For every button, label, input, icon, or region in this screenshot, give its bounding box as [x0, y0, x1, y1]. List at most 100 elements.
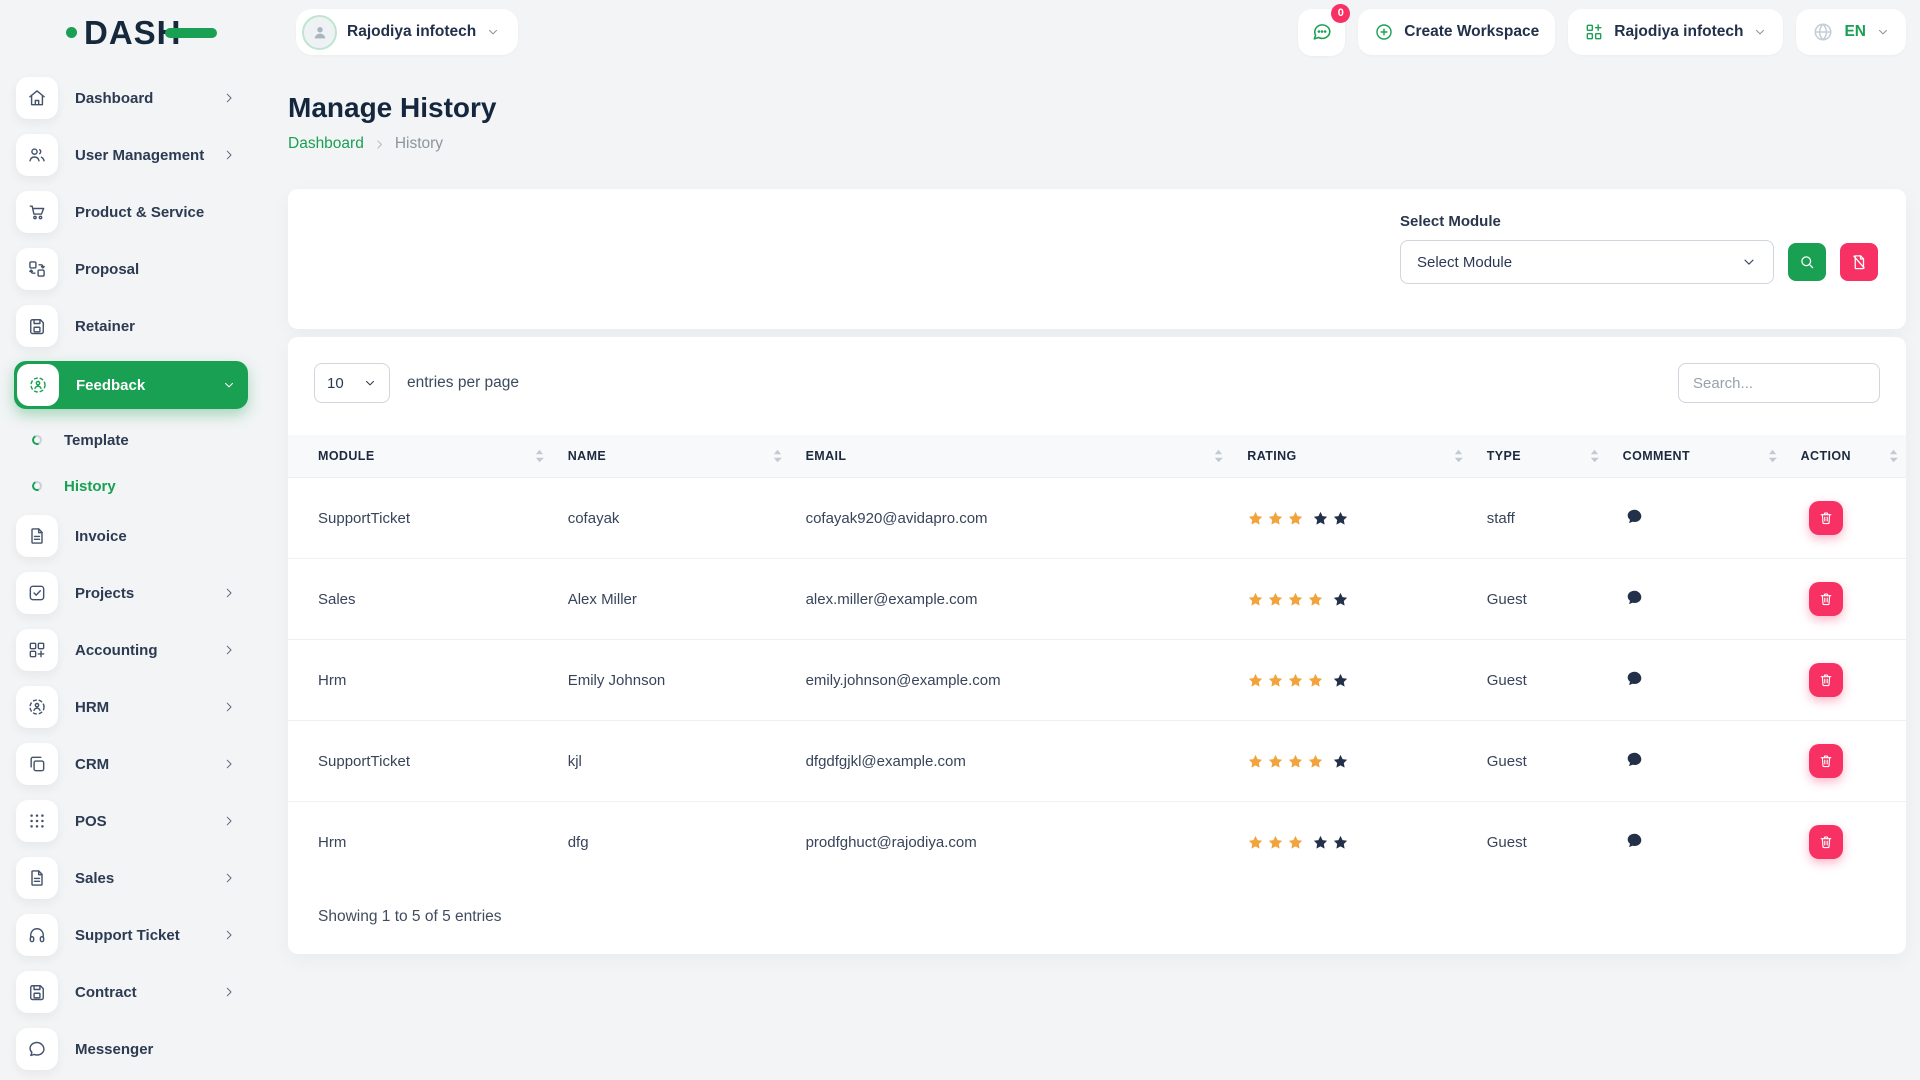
delete-button[interactable]	[1809, 744, 1843, 778]
star-icon	[1247, 510, 1264, 527]
sidebar-item-projects[interactable]: Projects	[14, 571, 248, 615]
app-logo: DASH	[66, 16, 288, 49]
breadcrumb-current: History	[395, 135, 443, 153]
star-icon	[1247, 834, 1264, 851]
sidebar-item-support-ticket[interactable]: Support Ticket	[14, 913, 248, 957]
page-size-value: 10	[327, 375, 344, 392]
sidebar-item-pos[interactable]: POS	[14, 799, 248, 843]
delete-button[interactable]	[1809, 663, 1843, 697]
sidebar-item-hrm[interactable]: HRM	[14, 685, 248, 729]
sidebar-item-invoice[interactable]: Invoice	[14, 514, 248, 558]
column-header-action[interactable]: ACTION	[1785, 435, 1906, 478]
bullet-icon	[31, 434, 44, 447]
cell-module: Sales	[288, 559, 552, 640]
messages-badge: 0	[1331, 4, 1350, 23]
cell-rating	[1231, 559, 1470, 640]
cell-name: Alex Miller	[552, 559, 790, 640]
workspace-selector-label: Rajodiya infotech	[347, 23, 476, 41]
sort-icon[interactable]	[1889, 449, 1898, 464]
view-comment-button[interactable]	[1625, 507, 1644, 526]
chevron-right-icon	[222, 91, 236, 105]
home-icon	[27, 88, 47, 108]
sort-icon[interactable]	[1590, 449, 1599, 464]
rating-stars	[1247, 591, 1454, 608]
table-row: SupportTicketcofayakcofayak920@avidapro.…	[288, 478, 1906, 559]
star-icon	[1267, 753, 1284, 770]
sort-icon[interactable]	[535, 449, 544, 464]
sidebar-subitem-label: Template	[64, 432, 129, 449]
cell-email: cofayak920@avidapro.com	[790, 478, 1232, 559]
chevron-down-icon	[486, 25, 500, 39]
sort-icon[interactable]	[1768, 449, 1777, 464]
chevron-right-icon	[222, 700, 236, 714]
table-row: SalesAlex Milleralex.miller@example.comG…	[288, 559, 1906, 640]
messages-button[interactable]: 0	[1298, 9, 1345, 56]
sidebar-item-retainer[interactable]: Retainer	[14, 304, 248, 348]
file-slash-icon	[1850, 253, 1868, 271]
select-module-dropdown[interactable]: Select Module	[1400, 240, 1774, 284]
sort-icon[interactable]	[1214, 449, 1223, 464]
swap-boxes-icon	[27, 259, 47, 279]
sidebar-item-proposal[interactable]: Proposal	[14, 247, 248, 291]
star-icon	[1332, 510, 1349, 527]
star-icon	[1307, 672, 1324, 689]
star-icon	[1287, 591, 1304, 608]
page-size-select[interactable]: 10	[314, 363, 390, 403]
sidebar-item-feedback[interactable]: Feedback	[14, 361, 248, 409]
sidebar-item-accounting[interactable]: Accounting	[14, 628, 248, 672]
view-comment-button[interactable]	[1625, 831, 1644, 850]
sidebar-item-product-service[interactable]: Product & Service	[14, 190, 248, 234]
delete-button[interactable]	[1809, 582, 1843, 616]
avatar	[302, 15, 337, 50]
sidebar-item-label: Proposal	[75, 261, 246, 278]
sidebar-subitem-history[interactable]: History	[32, 468, 248, 504]
column-header-email[interactable]: EMAIL	[790, 435, 1232, 478]
workspace-selector[interactable]: Rajodiya infotech	[296, 9, 518, 55]
cell-action	[1785, 478, 1906, 559]
create-workspace-button[interactable]: Create Workspace	[1358, 9, 1555, 55]
sidebar-item-messenger[interactable]: Messenger	[14, 1027, 248, 1071]
view-comment-button[interactable]	[1625, 669, 1644, 688]
sort-icon[interactable]	[773, 449, 782, 464]
cell-name: kjl	[552, 721, 790, 802]
column-header-comment[interactable]: COMMENT	[1607, 435, 1785, 478]
sidebar-item-crm[interactable]: CRM	[14, 742, 248, 786]
cell-module: Hrm	[288, 640, 552, 721]
star-icon	[1267, 834, 1284, 851]
headphones-icon	[27, 925, 47, 945]
breadcrumb-dashboard-link[interactable]: Dashboard	[288, 135, 364, 153]
sidebar-subitem-template[interactable]: Template	[32, 422, 248, 458]
cell-rating	[1231, 478, 1470, 559]
sort-icon[interactable]	[1454, 449, 1463, 464]
sidebar-item-contract[interactable]: Contract	[14, 970, 248, 1014]
sidebar-item-user-management[interactable]: User Management	[14, 133, 248, 177]
column-header-type[interactable]: TYPE	[1471, 435, 1607, 478]
table-row: Hrmdfgprodfghuct@rajodiya.comGuest	[288, 802, 1906, 883]
sidebar-item-sales[interactable]: Sales	[14, 856, 248, 900]
search-icon	[1798, 253, 1816, 271]
delete-button[interactable]	[1809, 501, 1843, 535]
column-header-module[interactable]: MODULE	[288, 435, 552, 478]
apply-filter-button[interactable]	[1788, 243, 1826, 281]
circle-user-dashed-icon	[27, 697, 47, 717]
table-search-input[interactable]	[1678, 363, 1880, 403]
company-selector[interactable]: Rajodiya infotech	[1568, 9, 1783, 55]
column-header-name[interactable]: NAME	[552, 435, 790, 478]
star-icon	[1267, 672, 1284, 689]
delete-button[interactable]	[1809, 825, 1843, 859]
cell-rating	[1231, 640, 1470, 721]
cell-module: SupportTicket	[288, 478, 552, 559]
language-selector[interactable]: EN	[1796, 9, 1906, 55]
rating-stars	[1247, 672, 1454, 689]
chevron-down-icon	[363, 376, 377, 390]
sidebar-item-dashboard[interactable]: Dashboard	[14, 76, 248, 120]
plus-circle-icon	[1374, 22, 1394, 42]
column-header-label: EMAIL	[806, 449, 847, 463]
column-header-rating[interactable]: RATING	[1231, 435, 1470, 478]
cell-action	[1785, 640, 1906, 721]
sidebar-item-label: Dashboard	[75, 90, 222, 107]
view-comment-button[interactable]	[1625, 588, 1644, 607]
reset-filter-button[interactable]	[1840, 243, 1878, 281]
view-comment-button[interactable]	[1625, 750, 1644, 769]
company-selector-label: Rajodiya infotech	[1614, 23, 1743, 41]
